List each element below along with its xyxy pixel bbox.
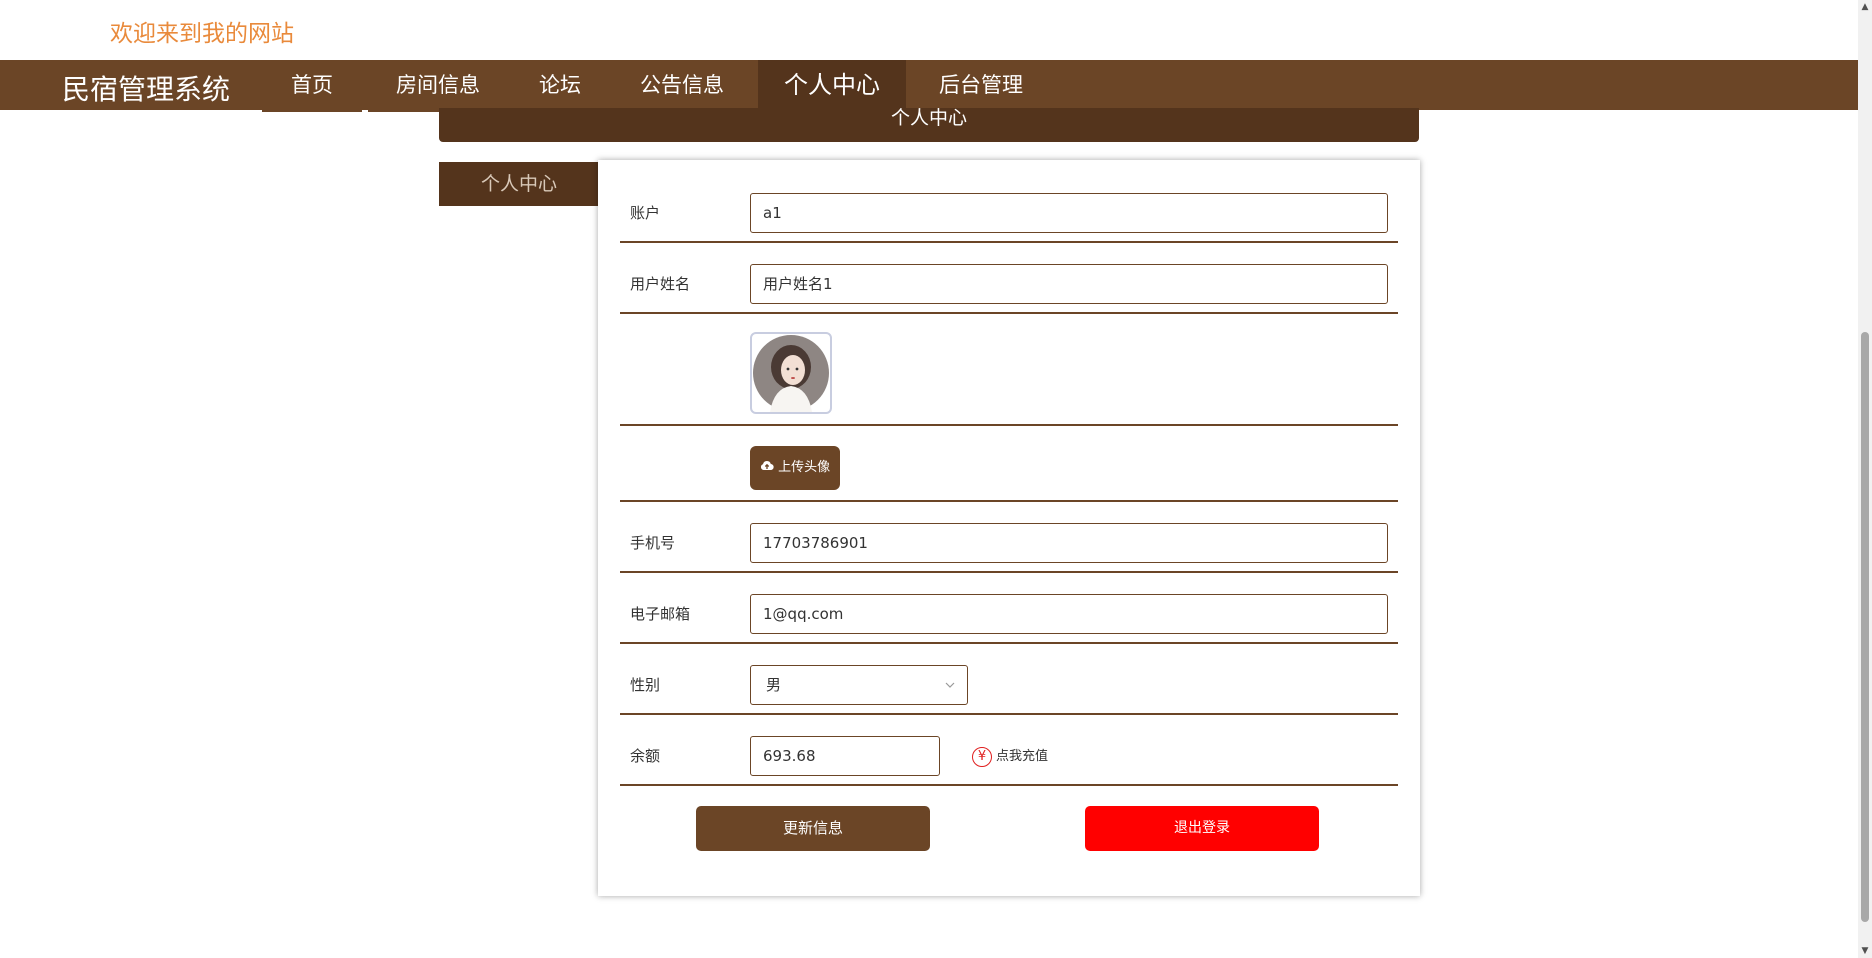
balance-label: 余额 bbox=[630, 747, 661, 765]
account-input[interactable]: a1 bbox=[750, 193, 1388, 233]
nav-home[interactable]: 首页 bbox=[262, 60, 362, 112]
gender-select[interactable]: 男 bbox=[750, 665, 968, 705]
username-label: 用户姓名 bbox=[630, 275, 691, 293]
welcome-text: 欢迎来到我的网站 bbox=[110, 21, 294, 47]
nav-rooms-label: 房间信息 bbox=[396, 73, 480, 97]
nav-underline bbox=[262, 110, 362, 112]
username-input[interactable]: 用户姓名1 bbox=[750, 264, 1388, 304]
logout-button[interactable]: 退出登录 bbox=[1085, 806, 1319, 851]
nav-personal-center-label: 个人中心 bbox=[784, 71, 880, 99]
vertical-scrollbar[interactable]: ▲ ▼ bbox=[1858, 0, 1872, 958]
form-row-account: 账户 a1 bbox=[620, 160, 1398, 243]
nav-forum-label: 论坛 bbox=[539, 73, 581, 97]
section-title: 个人中心 bbox=[439, 108, 1419, 142]
phone-label: 手机号 bbox=[630, 534, 676, 552]
site-brand[interactable]: 民宿管理系统 bbox=[62, 68, 230, 108]
cloud-upload-icon bbox=[760, 460, 774, 471]
account-label: 账户 bbox=[630, 204, 661, 222]
avatar-image bbox=[753, 335, 829, 412]
form-row-balance: 余额 693.68 ¥ 点我充值 bbox=[620, 715, 1398, 786]
email-label: 电子邮箱 bbox=[630, 605, 691, 623]
upload-avatar-button[interactable]: 上传头像 bbox=[750, 446, 840, 490]
form-row-avatar bbox=[620, 314, 1398, 426]
scroll-up-arrow-icon[interactable]: ▲ bbox=[1860, 2, 1870, 12]
update-info-button[interactable]: 更新信息 bbox=[696, 806, 930, 851]
email-input[interactable]: 1@qq.com bbox=[750, 594, 1388, 634]
yen-icon: ¥ bbox=[972, 746, 992, 767]
gender-label: 性别 bbox=[630, 676, 661, 694]
form-row-email: 电子邮箱 1@qq.com bbox=[620, 573, 1398, 644]
balance-input[interactable]: 693.68 bbox=[750, 736, 940, 776]
sidebar-tab-personal-center[interactable]: 个人中心 bbox=[439, 162, 599, 206]
form-row-gender: 性别 男 bbox=[620, 644, 1398, 715]
recharge-label: 点我充值 bbox=[996, 749, 1049, 764]
nav-personal-center[interactable]: 个人中心 bbox=[758, 60, 906, 110]
scrollbar-thumb[interactable] bbox=[1861, 332, 1869, 922]
nav-admin[interactable]: 后台管理 bbox=[916, 60, 1046, 112]
nav-forum[interactable]: 论坛 bbox=[520, 60, 600, 110]
form-row-username: 用户姓名 用户姓名1 bbox=[620, 243, 1398, 314]
top-nav: 民宿管理系统 首页 房间信息 论坛 公告信息 个人中心 后台管理 bbox=[0, 60, 1858, 112]
nav-home-label: 首页 bbox=[291, 73, 333, 97]
avatar bbox=[750, 332, 832, 414]
phone-input[interactable]: 17703786901 bbox=[750, 523, 1388, 563]
nav-rooms[interactable]: 房间信息 bbox=[368, 60, 508, 112]
recharge-link[interactable]: ¥ 点我充值 bbox=[972, 745, 1048, 767]
nav-notices[interactable]: 公告信息 bbox=[620, 60, 744, 112]
upload-avatar-label: 上传头像 bbox=[778, 460, 831, 475]
form-row-phone: 手机号 17703786901 bbox=[620, 502, 1398, 573]
form-row-upload: 上传头像 bbox=[620, 426, 1398, 502]
gender-value: 男 bbox=[766, 676, 782, 694]
scroll-down-arrow-icon[interactable]: ▼ bbox=[1860, 946, 1870, 956]
chevron-down-icon bbox=[945, 682, 955, 688]
nav-admin-label: 后台管理 bbox=[939, 73, 1023, 97]
profile-form: 账户 a1 用户姓名 用户姓名1 上传头像 手机号 17703786901 电子… bbox=[598, 160, 1420, 896]
page: 欢迎来到我的网站 民宿管理系统 首页 房间信息 论坛 公告信息 个人中心 后台管… bbox=[0, 0, 1872, 958]
nav-notices-label: 公告信息 bbox=[640, 73, 724, 97]
